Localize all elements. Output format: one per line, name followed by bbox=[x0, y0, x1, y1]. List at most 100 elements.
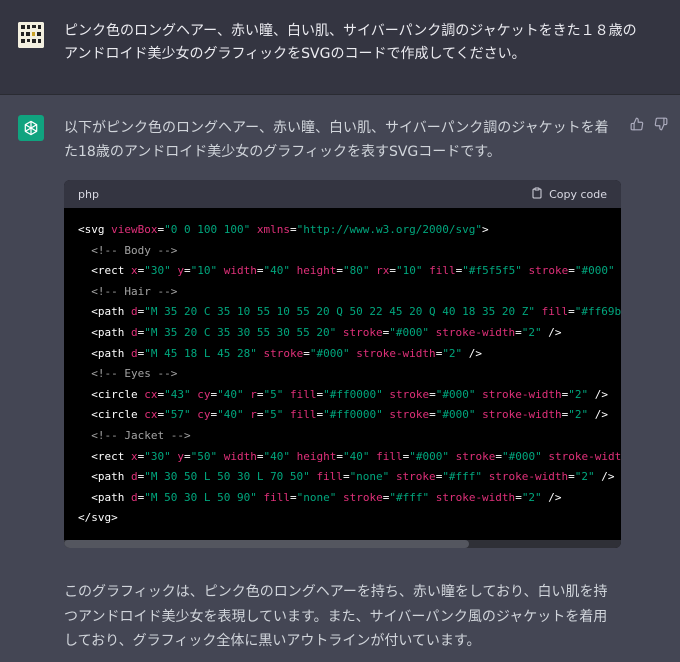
horizontal-scrollbar-track[interactable] bbox=[64, 540, 621, 548]
code-token: <rect bbox=[78, 449, 131, 463]
code-token: "5" bbox=[263, 408, 284, 422]
thumbs-down-icon[interactable] bbox=[654, 116, 668, 131]
code-token: = bbox=[495, 449, 502, 463]
code-token: stroke-width bbox=[435, 490, 516, 504]
code-token: "M 35 20 C 35 10 55 10 55 20 Q 50 22 45 … bbox=[144, 305, 535, 319]
code-token: "none" bbox=[349, 470, 390, 484]
code-token: "80" bbox=[342, 264, 370, 278]
code-token: <!-- Body --> bbox=[78, 243, 178, 257]
code-token: /> bbox=[541, 325, 562, 339]
code-token: "#000" bbox=[574, 264, 615, 278]
code-token: <path bbox=[78, 325, 131, 339]
code-token: "#000" bbox=[309, 346, 350, 360]
code-token: = bbox=[303, 346, 310, 360]
code-line: <path d="M 50 30 L 50 90" fill="none" st… bbox=[78, 488, 607, 509]
code-token: stroke-width bbox=[356, 346, 436, 360]
code-token: <path bbox=[78, 305, 131, 319]
code-token: = bbox=[342, 470, 350, 484]
code-token: stroke bbox=[528, 264, 569, 278]
code-token: "#fff" bbox=[389, 490, 430, 504]
code-token: "50" bbox=[190, 449, 218, 463]
code-token: "#000" bbox=[435, 408, 476, 422]
code-token: fill bbox=[429, 264, 456, 278]
code-token: "#000" bbox=[389, 325, 430, 339]
code-line: <!-- Hair --> bbox=[78, 282, 607, 303]
code-token: "10" bbox=[395, 264, 423, 278]
code-token: stroke bbox=[389, 387, 430, 401]
code-token: "0 0 100 100" bbox=[164, 223, 251, 236]
code-token: /> bbox=[462, 346, 483, 360]
code-token: "2" bbox=[521, 325, 542, 339]
code-token: stroke bbox=[342, 490, 383, 504]
user-avatar bbox=[18, 22, 44, 48]
code-token: <!-- Eyes --> bbox=[78, 367, 178, 381]
thumbs-up-icon[interactable] bbox=[630, 116, 644, 131]
code-token: = bbox=[515, 490, 522, 504]
assistant-intro-text: 以下がピンク色のロングヘアー、赤い瞳、白い肌、サイバーパンク調のジャケットを着た… bbox=[64, 120, 609, 160]
code-token: cx bbox=[144, 408, 158, 422]
code-token: "none" bbox=[296, 490, 337, 504]
code-token: = bbox=[429, 408, 436, 422]
code-token: "http://www.w3.org/2000/svg" bbox=[296, 223, 483, 236]
code-token: = bbox=[568, 264, 575, 278]
code-token: "2" bbox=[568, 408, 589, 422]
code-token: = bbox=[183, 264, 191, 278]
code-token: cy bbox=[197, 387, 211, 401]
copy-code-button[interactable]: Copy code bbox=[531, 187, 607, 202]
code-token: "#ff0000" bbox=[323, 387, 383, 401]
code-token: "5" bbox=[263, 387, 284, 401]
code-token: "M 30 50 L 50 30 L 70 50" bbox=[144, 470, 310, 484]
code-token: fill bbox=[541, 305, 569, 319]
code-token: = bbox=[289, 223, 297, 236]
code-token: fill bbox=[289, 408, 317, 422]
code-token: stroke-width bbox=[482, 408, 562, 422]
code-token: stroke-width bbox=[435, 325, 516, 339]
code-token: y bbox=[177, 264, 184, 278]
code-token: "M 35 20 C 35 30 55 30 55 20" bbox=[144, 325, 337, 339]
code-token: d bbox=[130, 490, 138, 504]
code-line: <!-- Body --> bbox=[78, 241, 607, 262]
horizontal-scrollbar-thumb[interactable] bbox=[64, 540, 469, 548]
code-token: viewBox bbox=[111, 223, 158, 236]
code-token: /> bbox=[588, 408, 608, 422]
code-token: stroke bbox=[263, 346, 304, 360]
code-token: stroke-width bbox=[488, 470, 569, 484]
code-token: = bbox=[389, 264, 396, 278]
code-token: height bbox=[296, 449, 337, 463]
code-token: "43" bbox=[164, 387, 191, 401]
code-token: d bbox=[130, 470, 138, 484]
code-token: /> bbox=[588, 387, 608, 401]
code-token: = bbox=[289, 490, 297, 504]
code-token: r bbox=[250, 387, 257, 401]
code-token: xmlns bbox=[256, 223, 290, 236]
copy-code-label: Copy code bbox=[549, 187, 607, 201]
clipboard-icon bbox=[531, 187, 543, 202]
code-token: "#000" bbox=[501, 449, 542, 463]
code-token: stroke bbox=[455, 449, 496, 463]
code-token: = bbox=[336, 264, 343, 278]
code-line: <circle cx="43" cy="40" r="5" fill="#ff0… bbox=[78, 385, 608, 406]
code-token: x bbox=[130, 264, 138, 278]
code-token: "40" bbox=[217, 408, 244, 422]
openai-logo-icon bbox=[18, 115, 44, 141]
code-token: stroke-width bbox=[482, 387, 562, 401]
code-language-label: php bbox=[78, 187, 99, 201]
feedback-buttons bbox=[630, 116, 668, 131]
code-token: "30" bbox=[144, 264, 171, 278]
code-token: /> bbox=[541, 490, 562, 504]
code-token: width bbox=[223, 449, 257, 463]
code-token: "40" bbox=[217, 387, 244, 401]
code-token: "57" bbox=[164, 408, 191, 422]
code-token: "#fff" bbox=[442, 470, 483, 484]
code-line: </svg> bbox=[78, 508, 607, 529]
code-token: "#000" bbox=[435, 387, 476, 401]
